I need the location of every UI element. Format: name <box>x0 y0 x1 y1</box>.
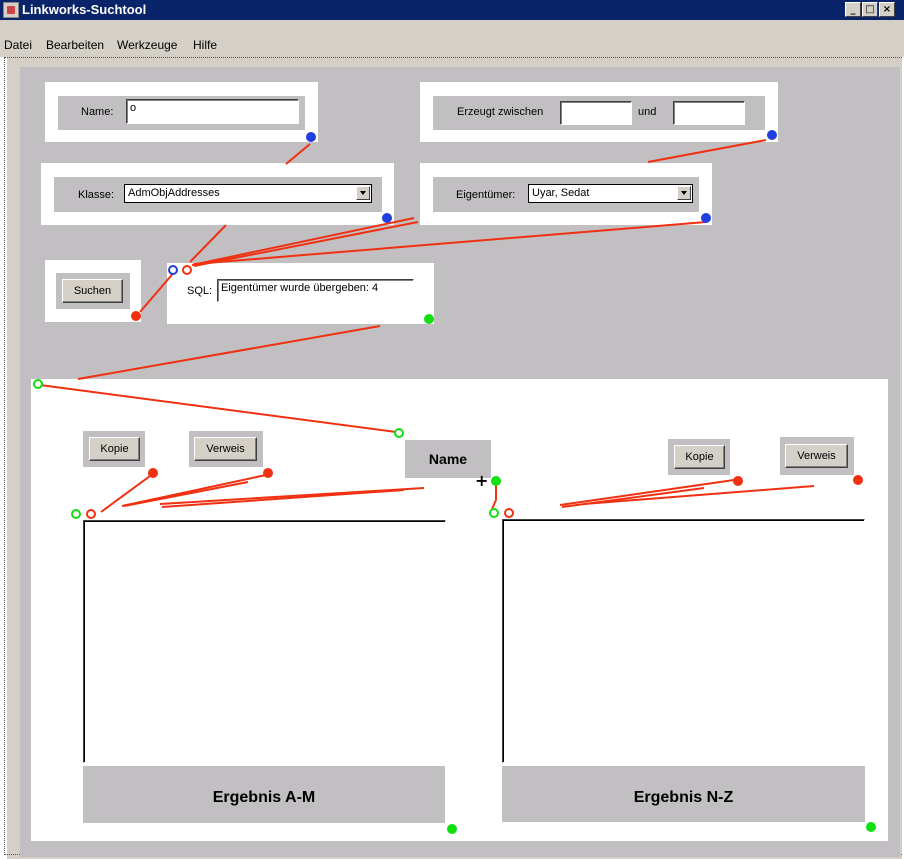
port-ring[interactable] <box>489 508 499 518</box>
port-ring[interactable] <box>394 428 404 438</box>
left-copy-button[interactable]: Kopie <box>89 437 140 461</box>
right-result-list[interactable] <box>502 519 865 763</box>
port-dot[interactable] <box>853 475 863 485</box>
klasse-label: Klasse: <box>78 189 115 201</box>
klasse-select[interactable]: AdmObjAddresses <box>124 184 372 203</box>
close-button[interactable]: × <box>879 2 895 17</box>
eigentuemer-select[interactable]: Uyar, Sedat <box>528 184 693 203</box>
port-ring[interactable] <box>33 379 43 389</box>
move-icon[interactable]: + <box>475 471 488 490</box>
port-dot[interactable] <box>148 468 158 478</box>
right-link-button[interactable]: Verweis <box>785 444 848 468</box>
menu-werkzeuge[interactable]: Werkzeuge <box>117 38 177 52</box>
app-icon <box>3 2 19 18</box>
name-input[interactable]: o <box>126 99 299 124</box>
date-from-input[interactable] <box>560 101 632 125</box>
right-copy-button[interactable]: Kopie <box>674 445 725 469</box>
chevron-down-icon[interactable] <box>677 186 691 200</box>
menu-hilfe[interactable]: Hilfe <box>193 38 217 52</box>
name-label: Name: <box>81 106 114 118</box>
search-button[interactable]: Suchen <box>62 279 123 303</box>
menu-bearbeiten[interactable]: Bearbeiten <box>46 38 104 52</box>
date-range-label: Erzeugt zwischen <box>457 106 544 118</box>
left-result-title: Ergebnis A-M <box>83 766 445 823</box>
maximize-button[interactable]: □ <box>862 2 878 17</box>
sql-input[interactable]: Eigentümer wurde übergeben: 4 <box>217 279 414 302</box>
minimize-button[interactable]: _ <box>845 2 861 17</box>
menu-datei[interactable]: Datei <box>4 38 32 52</box>
port-dot[interactable] <box>131 311 141 321</box>
port-dot[interactable] <box>382 213 392 223</box>
eigentuemer-select-value: Uyar, Sedat <box>532 187 590 199</box>
divider <box>4 57 5 855</box>
port-dot[interactable] <box>424 314 434 324</box>
window-title: Linkworks-Suchtool <box>22 2 147 17</box>
port-dot[interactable] <box>447 824 457 834</box>
menubar: Datei Bearbeiten Werkzeuge Hilfe <box>0 20 904 57</box>
date-to-input[interactable] <box>673 101 745 125</box>
sql-label: SQL: <box>187 285 213 297</box>
left-link-button[interactable]: Verweis <box>194 437 257 461</box>
right-result-title: Ergebnis N-Z <box>502 766 865 822</box>
port-dot[interactable] <box>306 132 316 142</box>
port-dot[interactable] <box>263 468 273 478</box>
port-ring[interactable] <box>71 509 81 519</box>
port-dot[interactable] <box>701 213 711 223</box>
and-label: und <box>638 106 657 118</box>
port-dot[interactable] <box>767 130 777 140</box>
port-dot[interactable] <box>491 476 501 486</box>
left-result-list[interactable] <box>83 520 446 763</box>
window-titlebar: Linkworks-Suchtool _ □ × <box>0 0 904 20</box>
eigentuemer-label: Eigentümer: <box>456 189 516 201</box>
port-ring[interactable] <box>182 265 192 275</box>
port-ring[interactable] <box>504 508 514 518</box>
port-ring[interactable] <box>168 265 178 275</box>
port-ring[interactable] <box>86 509 96 519</box>
port-dot[interactable] <box>866 822 876 832</box>
klasse-select-value: AdmObjAddresses <box>128 187 220 199</box>
chevron-down-icon[interactable] <box>356 186 370 200</box>
port-dot[interactable] <box>733 476 743 486</box>
divider <box>4 57 902 58</box>
